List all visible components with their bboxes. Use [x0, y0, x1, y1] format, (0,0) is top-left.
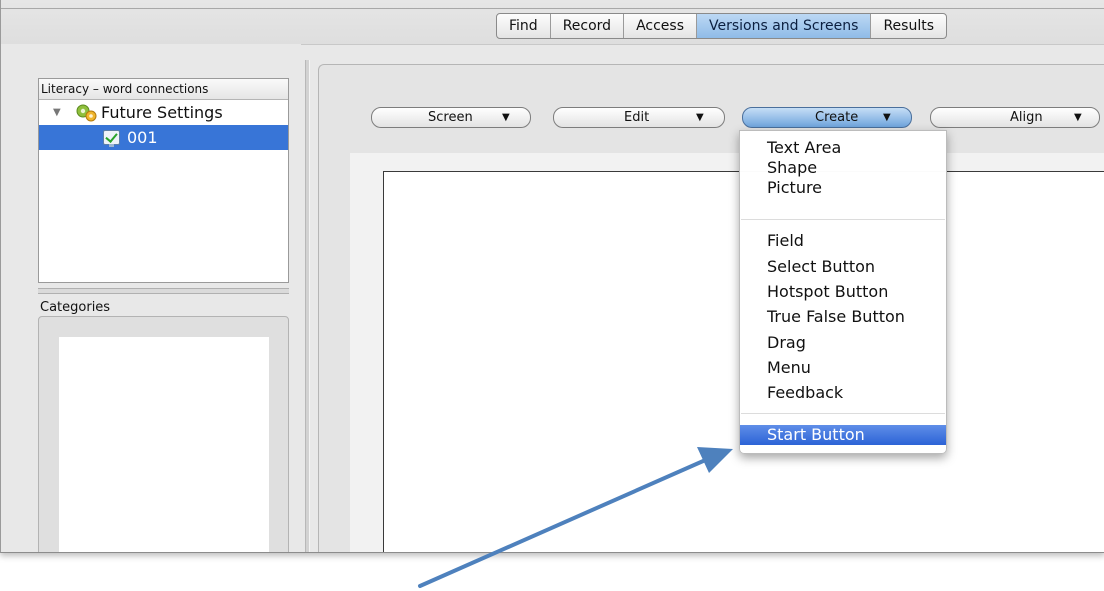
tab-access[interactable]: Access [624, 14, 697, 38]
disclosure-triangle-icon[interactable]: ▼ [53, 100, 61, 125]
popup-label: Align [1010, 110, 1043, 125]
menu-item-start-button[interactable]: Start Button [740, 425, 946, 445]
menu-item-feedback[interactable]: Feedback [740, 383, 946, 403]
version-tree: Literacy – word connections ▼ Future Set… [38, 78, 289, 283]
menu-item-hotspot-button[interactable]: Hotspot Button [740, 282, 946, 302]
menu-item-shape[interactable]: Shape [740, 158, 946, 178]
tab-record[interactable]: Record [551, 14, 625, 38]
menu-item-field[interactable]: Field [740, 231, 946, 251]
create-dropdown-menu: Text Area Shape Picture Field Select But… [739, 130, 947, 454]
popup-label: Edit [624, 110, 650, 125]
screen-stand [109, 144, 114, 147]
align-popup-button[interactable]: Align ▼ [930, 107, 1100, 128]
triangle-down-icon: ▼ [883, 112, 891, 123]
app-window: Find Record Access Versions and Screens … [0, 0, 1104, 553]
menu-item-drag[interactable]: Drag [740, 333, 946, 353]
menu-item-true-false-button[interactable]: True False Button [740, 307, 946, 327]
tab-versions-and-screens[interactable]: Versions and Screens [697, 14, 872, 38]
popup-label: Screen [428, 110, 473, 125]
menu-separator [741, 413, 945, 414]
tree-item-future-settings[interactable]: ▼ Future Settings [39, 100, 288, 125]
categories-list[interactable] [59, 337, 269, 552]
sidebar: Literacy – word connections ▼ Future Set… [1, 44, 301, 552]
popup-label: Create [815, 110, 859, 125]
menu-item-menu[interactable]: Menu [740, 358, 946, 378]
tree-item-001[interactable]: 001 [39, 125, 288, 150]
tree-item-label: 001 [127, 128, 158, 147]
tab-bar: Find Record Access Versions and Screens … [496, 13, 948, 39]
menu-item-picture[interactable]: Picture [740, 178, 946, 198]
menu-item-text-area[interactable]: Text Area [740, 138, 946, 158]
categories-group [38, 316, 289, 552]
menu-separator [741, 219, 945, 220]
triangle-down-icon: ▼ [1074, 112, 1082, 123]
triangle-down-icon: ▼ [502, 112, 510, 123]
gears-icon [76, 104, 97, 122]
create-popup-button[interactable]: Create ▼ [742, 107, 912, 128]
tab-results[interactable]: Results [871, 14, 946, 38]
menu-item-select-button[interactable]: Select Button [740, 257, 946, 277]
tab-find[interactable]: Find [497, 14, 551, 38]
triangle-down-icon: ▼ [696, 112, 704, 123]
tree-item-label: Future Settings [101, 103, 223, 122]
edit-popup-button[interactable]: Edit ▼ [553, 107, 725, 128]
top-toolbar: Find Record Access Versions and Screens … [1, 0, 1104, 45]
screen-popup-button[interactable]: Screen ▼ [371, 107, 531, 128]
categories-title: Categories [40, 300, 111, 315]
toolbar-divider [1, 8, 1104, 9]
vertical-splitter[interactable] [305, 60, 310, 552]
tree-header: Literacy – word connections [39, 79, 288, 100]
screen-check-icon [103, 130, 120, 145]
splitter-handle[interactable] [38, 288, 289, 294]
